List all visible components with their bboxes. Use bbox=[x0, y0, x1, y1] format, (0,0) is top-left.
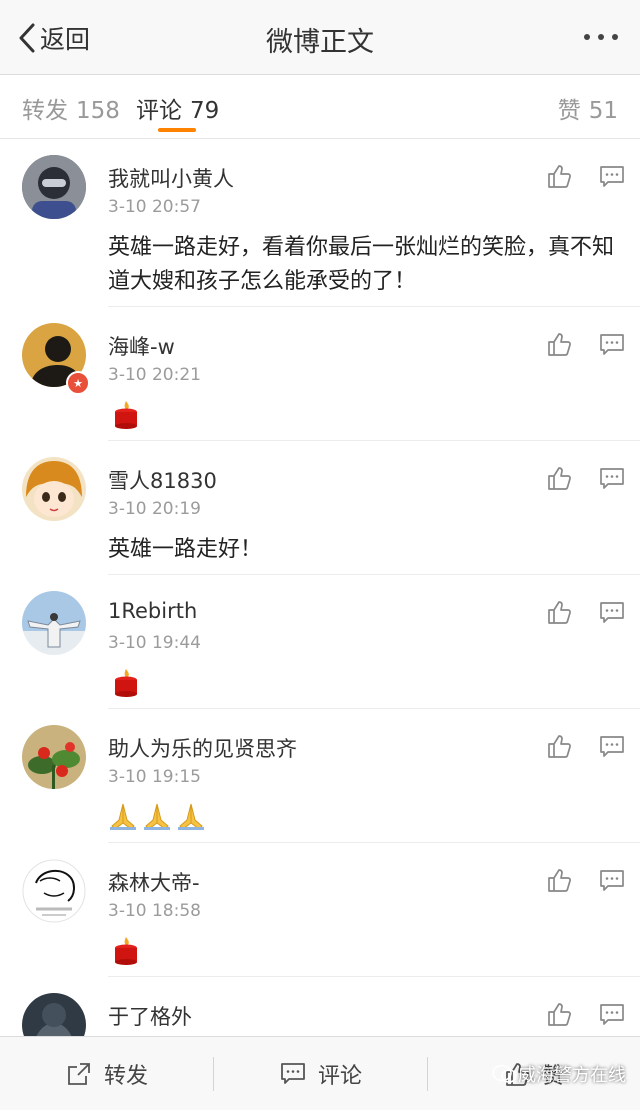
comment-bubble-icon bbox=[600, 870, 624, 891]
reply-button[interactable] bbox=[599, 735, 625, 763]
like-button[interactable] bbox=[546, 163, 572, 193]
comment-button[interactable]: 评论 bbox=[280, 1037, 362, 1110]
pray-emoji-icon bbox=[144, 803, 170, 830]
comment-emoji bbox=[108, 801, 206, 831]
reply-button[interactable] bbox=[599, 165, 625, 193]
reply-button[interactable] bbox=[599, 333, 625, 361]
tab-comments-label: 评论 bbox=[136, 98, 182, 124]
like-button[interactable] bbox=[546, 465, 572, 495]
comment-username[interactable]: 1Rebirth bbox=[108, 599, 197, 623]
tab-comments[interactable]: 评论 79 bbox=[136, 91, 219, 125]
comment-username[interactable]: 雪人81830 bbox=[108, 465, 217, 495]
comment-list: 我就叫小黄人 3-10 20:57 英雄一路走好，看着你最后一张灿烂的笑脸，真不… bbox=[0, 139, 640, 1111]
tab-bar: 转发 158 评论 79 赞 51 bbox=[0, 75, 640, 139]
comment-time: 3-10 18:58 bbox=[108, 901, 201, 921]
watermark: 威海警方在线 bbox=[492, 1061, 626, 1087]
comment-bubble-icon bbox=[281, 1062, 305, 1084]
thumbs-up-icon bbox=[548, 165, 571, 188]
comment-username[interactable]: 森林大帝- bbox=[108, 867, 200, 897]
comment-bubble-icon bbox=[600, 166, 624, 187]
tab-comments-count: 79 bbox=[190, 98, 220, 124]
page-title: 微博正文 bbox=[266, 27, 374, 58]
comment-bubble-icon bbox=[600, 602, 624, 623]
like-button[interactable] bbox=[546, 733, 572, 763]
wechat-icon bbox=[492, 1064, 517, 1083]
share-icon bbox=[68, 1062, 90, 1085]
avatar[interactable] bbox=[22, 859, 86, 923]
watermark-text: 威海警方在线 bbox=[518, 1065, 626, 1086]
comment-emoji bbox=[112, 399, 140, 429]
comment-emoji bbox=[112, 935, 140, 965]
comment-item: 1Rebirth 3-10 19:44 bbox=[0, 575, 640, 709]
reply-button[interactable] bbox=[599, 467, 625, 495]
thumbs-up-icon bbox=[548, 1003, 571, 1026]
comment-bubble-icon bbox=[600, 1004, 624, 1025]
comment-label: 评论 bbox=[318, 1063, 363, 1089]
avatar[interactable] bbox=[22, 155, 86, 219]
comment-item: ★ 海峰-w 3-10 20:21 bbox=[0, 307, 640, 441]
comment-item: 助人为乐的见贤思齐 3-10 19:15 bbox=[0, 709, 640, 843]
tab-repost[interactable]: 转发 158 bbox=[22, 91, 120, 125]
tab-likes[interactable]: 赞 51 bbox=[558, 91, 618, 125]
separator bbox=[213, 1057, 214, 1091]
pray-emoji-icon bbox=[110, 803, 136, 830]
like-button[interactable] bbox=[546, 1001, 572, 1031]
like-button[interactable] bbox=[546, 331, 572, 361]
comment-time: 3-10 19:44 bbox=[108, 633, 201, 653]
tab-likes-count: 51 bbox=[588, 98, 618, 124]
comment-username[interactable]: 于了格外 bbox=[108, 1001, 192, 1031]
comment-bubble-icon bbox=[600, 334, 624, 355]
comment-username[interactable]: 海峰-w bbox=[108, 331, 175, 361]
avatar[interactable] bbox=[22, 457, 86, 521]
comment-username[interactable]: 我就叫小黄人 bbox=[108, 163, 234, 193]
nav-bar: 返回 微博正文 bbox=[0, 0, 640, 75]
candle-emoji-icon bbox=[115, 669, 137, 697]
comment-item: 我就叫小黄人 3-10 20:57 英雄一路走好，看着你最后一张灿烂的笑脸，真不… bbox=[0, 139, 640, 307]
comment-item: 雪人81830 3-10 20:19 英雄一路走好！ bbox=[0, 441, 640, 575]
active-tab-indicator bbox=[158, 128, 196, 132]
comment-time: 3-10 20:21 bbox=[108, 365, 201, 385]
reply-button[interactable] bbox=[599, 869, 625, 897]
thumbs-up-icon bbox=[548, 333, 571, 356]
more-menu-button[interactable] bbox=[582, 26, 620, 52]
avatar[interactable] bbox=[22, 591, 86, 655]
chevron-left-icon bbox=[19, 23, 35, 53]
thumbs-up-icon bbox=[548, 735, 571, 758]
pray-emoji-icon bbox=[178, 803, 204, 830]
reply-button[interactable] bbox=[599, 601, 625, 629]
comment-time: 3-10 20:57 bbox=[108, 197, 201, 217]
comment-text: 英雄一路走好！ bbox=[108, 537, 263, 562]
like-button[interactable] bbox=[546, 867, 572, 897]
thumbs-up-icon bbox=[548, 467, 571, 490]
verified-badge-icon: ★ bbox=[66, 371, 90, 395]
tab-repost-count: 158 bbox=[76, 98, 120, 124]
reply-button[interactable] bbox=[599, 1003, 625, 1031]
thumbs-up-icon bbox=[548, 601, 571, 624]
comment-text: 英雄一路走好，看着你最后一张灿烂的笑脸，真不知道大嫂和孩子怎么能承受的了！ bbox=[108, 235, 615, 294]
tab-repost-label: 转发 bbox=[22, 98, 68, 124]
repost-button[interactable]: 转发 bbox=[66, 1037, 148, 1110]
thumbs-up-icon bbox=[548, 869, 571, 892]
comment-emoji bbox=[112, 667, 140, 697]
more-dots-icon bbox=[584, 34, 618, 40]
comment-bubble-icon bbox=[600, 736, 624, 757]
back-button[interactable]: 返回 bbox=[18, 20, 90, 56]
repost-label: 转发 bbox=[104, 1063, 149, 1089]
candle-emoji-icon bbox=[115, 401, 137, 429]
comment-item: 森林大帝- 3-10 18:58 bbox=[0, 843, 640, 977]
avatar[interactable] bbox=[22, 725, 86, 789]
comment-bubble-icon bbox=[600, 468, 624, 489]
comment-time: 3-10 20:19 bbox=[108, 499, 201, 519]
tab-likes-label: 赞 bbox=[557, 98, 581, 124]
comment-username[interactable]: 助人为乐的见贤思齐 bbox=[108, 733, 297, 763]
back-label: 返回 bbox=[40, 25, 91, 54]
separator bbox=[427, 1057, 428, 1091]
like-button[interactable] bbox=[546, 599, 572, 629]
comment-time: 3-10 19:15 bbox=[108, 767, 201, 787]
candle-emoji-icon bbox=[115, 937, 137, 965]
